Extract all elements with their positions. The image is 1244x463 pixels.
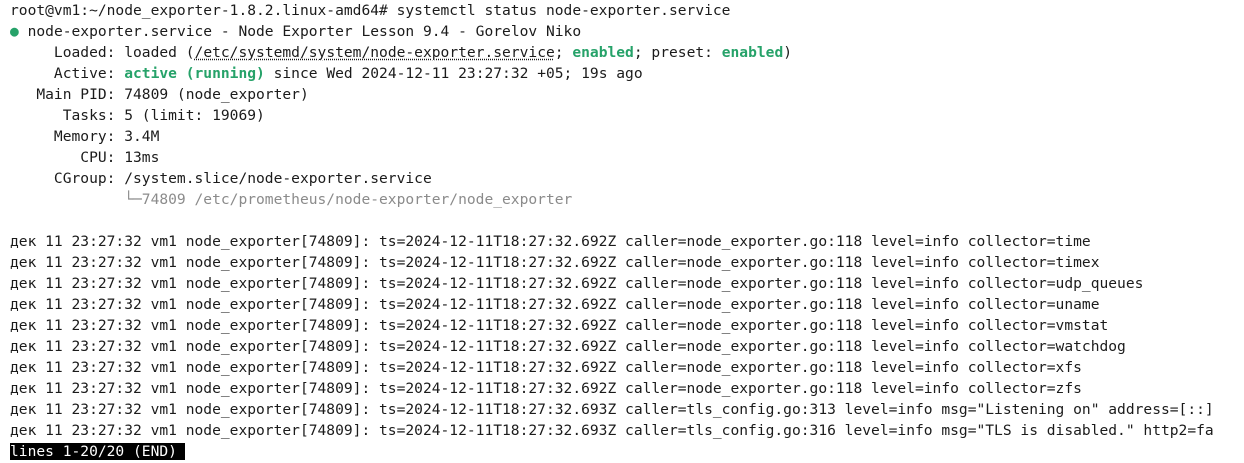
loaded-label: Loaded: bbox=[10, 44, 125, 61]
log-line: дек 11 23:27:32 vm1 node_exporter[74809]… bbox=[10, 401, 1214, 418]
log-line: дек 11 23:27:32 vm1 node_exporter[74809]… bbox=[10, 254, 1100, 271]
active-label: Active: bbox=[10, 65, 125, 82]
enabled-state: enabled bbox=[572, 44, 634, 61]
terminal-window[interactable]: root@vm1:~/node_exporter-1.8.2.linux-amd… bbox=[10, 0, 1244, 463]
status-bullet-icon: ● bbox=[10, 23, 19, 40]
log-line: дек 11 23:27:32 vm1 node_exporter[74809]… bbox=[10, 380, 1082, 397]
service-title-line: ● node-exporter.service - Node Exporter … bbox=[10, 21, 581, 42]
memory-line: Memory: 3.4M bbox=[10, 128, 160, 145]
loaded-line: Loaded: loaded (/etc/systemd/system/node… bbox=[10, 42, 792, 63]
cpu-line: CPU: 13ms bbox=[10, 149, 160, 166]
log-line: дек 11 23:27:32 vm1 node_exporter[74809]… bbox=[10, 233, 1091, 250]
log-line: дек 11 23:27:32 vm1 node_exporter[74809]… bbox=[10, 296, 1100, 313]
pager-status: lines 1-20/20 (END) bbox=[10, 443, 185, 460]
loaded-separator: ; bbox=[554, 44, 573, 61]
log-line: дек 11 23:27:32 vm1 node_exporter[74809]… bbox=[10, 275, 1144, 292]
loaded-prefix: loaded ( bbox=[124, 44, 195, 61]
command-prompt-line: root@vm1:~/node_exporter-1.8.2.linux-amd… bbox=[10, 2, 731, 19]
pager-status-line[interactable]: lines 1-20/20 (END) bbox=[10, 441, 185, 462]
service-title: node-exporter.service - Node Exporter Le… bbox=[18, 23, 582, 40]
log-line: дек 11 23:27:32 vm1 node_exporter[74809]… bbox=[10, 338, 1126, 355]
unit-file-path-link[interactable]: /etc/systemd/system/node-exporter.servic… bbox=[195, 44, 555, 61]
active-state: active (running) bbox=[124, 65, 265, 82]
log-line: дек 11 23:27:32 vm1 node_exporter[74809]… bbox=[10, 359, 1082, 376]
cgroup-line: CGroup: /system.slice/node-exporter.serv… bbox=[10, 170, 432, 187]
main-pid-line: Main PID: 74809 (node_exporter) bbox=[10, 86, 309, 103]
log-line: дек 11 23:27:32 vm1 node_exporter[74809]… bbox=[10, 422, 1214, 439]
preset-label: ; preset: bbox=[633, 44, 722, 61]
loaded-suffix: ) bbox=[783, 44, 793, 61]
preset-enabled-state: enabled bbox=[721, 44, 784, 61]
tasks-line: Tasks: 5 (limit: 19069) bbox=[10, 107, 265, 124]
cgroup-process-line: └─74809 /etc/prometheus/node-exporter/no… bbox=[10, 191, 573, 208]
active-since: since Wed 2024-12-11 23:27:32 +05; 19s a… bbox=[264, 65, 643, 82]
log-line: дек 11 23:27:32 vm1 node_exporter[74809]… bbox=[10, 317, 1109, 334]
active-line: Active: active (running) since Wed 2024-… bbox=[10, 63, 643, 84]
